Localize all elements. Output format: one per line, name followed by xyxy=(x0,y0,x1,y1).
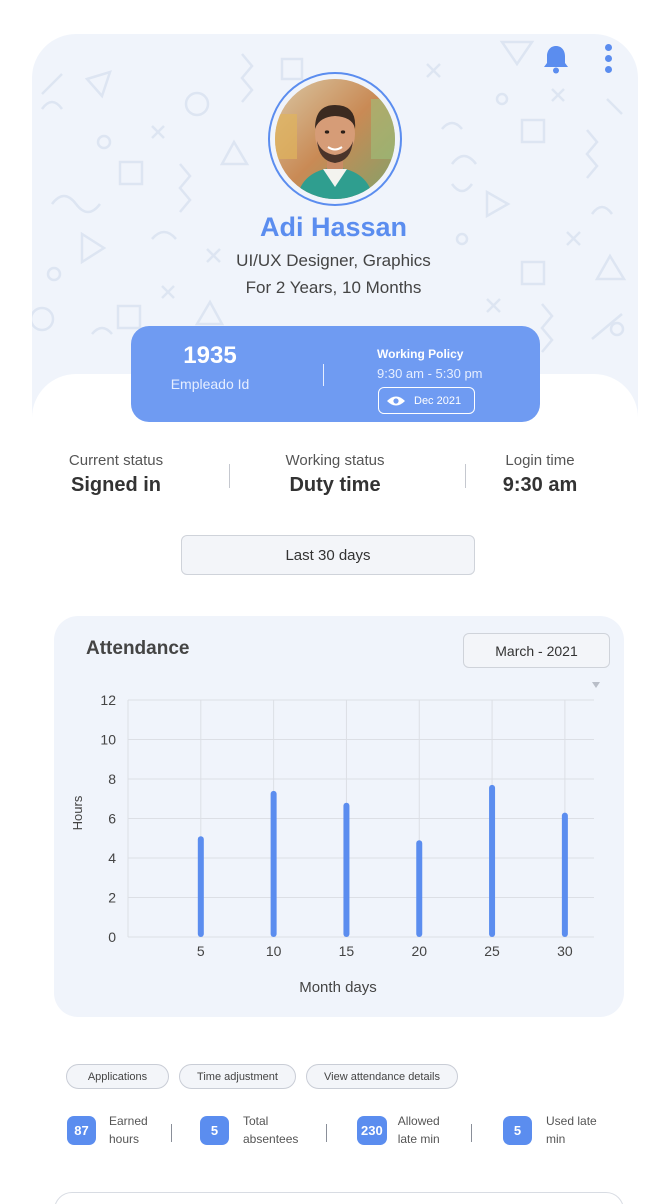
total-absentees-metric: 5 Total absentees xyxy=(200,1112,315,1148)
current-status: Current status Signed in xyxy=(56,452,176,497)
attendance-bar xyxy=(270,790,277,937)
earned-hours-metric: 87 Earned hours xyxy=(67,1112,164,1148)
attendance-bar xyxy=(561,812,568,937)
divider xyxy=(229,464,230,488)
login-time: Login time 9:30 am xyxy=(492,452,588,497)
metric-value: 87 xyxy=(67,1115,96,1145)
working-status-value: Duty time xyxy=(289,474,381,496)
working-policy-hours: 9:30 am - 5:30 pm xyxy=(377,366,483,381)
working-status: Working status Duty time xyxy=(270,452,400,497)
y-tick-label: 8 xyxy=(108,771,116,787)
date-range-button[interactable]: Last 30 days xyxy=(181,535,475,575)
policy-date-button[interactable]: Dec 2021 xyxy=(378,387,475,414)
current-status-value: Signed in xyxy=(71,474,161,496)
allowed-late-min-metric: 230 Allowed late min xyxy=(357,1112,458,1148)
avatar xyxy=(268,72,402,206)
x-axis-label: Month days xyxy=(299,979,377,996)
x-tick-label: 25 xyxy=(484,943,500,959)
y-tick-label: 4 xyxy=(108,850,116,866)
profile-photo xyxy=(275,79,395,199)
metric-label: Earned hours xyxy=(109,1114,148,1146)
bell-icon[interactable] xyxy=(542,44,570,74)
x-tick-label: 5 xyxy=(197,943,205,959)
attendance-chart: 0 2 4 6 8 10 12 5 10 15 20 25 30 Hours Month days xyxy=(70,682,600,996)
profile-role: UI/UX Designer, Graphics xyxy=(236,251,431,270)
employee-id: 1935 xyxy=(183,342,237,369)
x-tick-label: 10 xyxy=(266,943,282,959)
x-tick-label: 30 xyxy=(557,943,573,959)
working-policy-title: Working Policy xyxy=(377,347,464,361)
metric-label: Used late min xyxy=(546,1114,597,1146)
more-vertical-icon[interactable] xyxy=(602,44,614,76)
divider xyxy=(326,1124,327,1142)
profile-name: Adi Hassan xyxy=(259,212,408,242)
scroll-arrow-icon xyxy=(592,682,600,688)
employee-id-card: 1935 Empleado Id Working Policy 9:30 am … xyxy=(131,326,540,422)
eye-icon xyxy=(387,396,405,405)
y-axis-label: Hours xyxy=(70,795,85,830)
y-tick-label: 6 xyxy=(108,811,116,827)
x-tick-label: 20 xyxy=(411,943,427,959)
attendance-bar xyxy=(197,836,204,937)
divider xyxy=(171,1124,172,1142)
attendance-bar xyxy=(489,784,496,937)
y-tick-label: 10 xyxy=(100,732,116,748)
metric-value: 230 xyxy=(357,1115,387,1145)
divider xyxy=(471,1124,472,1142)
metric-label: Allowed late min xyxy=(397,1114,440,1146)
profile-tenure: For 2 Years, 10 Months xyxy=(245,278,422,297)
working-status-label: Working status xyxy=(285,452,385,469)
divider xyxy=(323,364,324,386)
current-status-label: Current status xyxy=(68,452,164,469)
attendance-bar xyxy=(343,802,350,937)
metric-value: 5 xyxy=(200,1115,229,1145)
view-attendance-details-chip[interactable]: View attendance details xyxy=(306,1064,458,1089)
metric-value: 5 xyxy=(503,1115,532,1145)
policy-date-label: Dec 2021 xyxy=(414,394,462,407)
metric-label: Total absentees xyxy=(243,1114,299,1146)
used-late-min-metric: 5 Used late min xyxy=(503,1112,601,1148)
y-tick-label: 0 xyxy=(108,929,116,945)
login-time-label: Login time xyxy=(505,452,575,469)
bottom-card xyxy=(54,1192,624,1204)
login-time-value: 9:30 am xyxy=(502,474,578,496)
attendance-card: Attendance March - 2021 0 2 4 6 8 10 12 5 10 15 20… xyxy=(54,616,624,1017)
attendance-bar xyxy=(416,840,423,937)
time-adjustment-chip[interactable]: Time adjustment xyxy=(179,1064,296,1089)
y-tick-label: 2 xyxy=(108,890,116,906)
divider xyxy=(465,464,466,488)
y-tick-label: 12 xyxy=(100,692,116,708)
x-tick-label: 15 xyxy=(339,943,355,959)
applications-chip[interactable]: Applications xyxy=(66,1064,169,1089)
employee-id-label: Empleado Id xyxy=(170,376,250,392)
